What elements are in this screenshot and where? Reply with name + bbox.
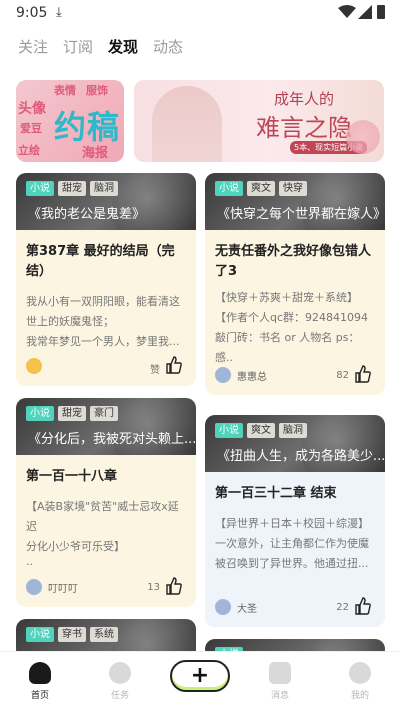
profile-icon (349, 662, 371, 684)
card-tag: 小说 (26, 627, 54, 642)
card-tag: 甜宠 (58, 406, 86, 421)
tab-discover[interactable]: 发现 (108, 36, 138, 57)
card-tag: 爽文 (247, 423, 275, 438)
banner-line1: 成年人的 (274, 90, 335, 108)
nav-home[interactable]: 首页 (20, 662, 60, 701)
nav-messages[interactable]: 消息 (260, 662, 300, 701)
tab-activity[interactable]: 动态 (153, 36, 183, 57)
signal-icon (358, 5, 372, 19)
author-name[interactable]: 大圣 (237, 600, 257, 615)
card-tag: 脑洞 (279, 423, 307, 438)
card-excerpt: 【异世界＋日本＋校园＋综漫】 一次意外，让主角都仁作为使魔 被召唤到了异世界。他… (215, 517, 369, 570)
card-tag: 穿书 (58, 627, 86, 642)
avatar[interactable] (26, 579, 42, 595)
home-icon (29, 662, 51, 684)
card-tag: 爽文 (247, 181, 275, 196)
tab-following[interactable]: 关注 (18, 36, 48, 57)
status-time: 9:05 (16, 5, 48, 21)
story-card[interactable]: 小说 爽文 快穿 《快穿之每个世界都在嫁人》 无责任番外之我好像包错人了3 【快… (205, 173, 385, 395)
like-count: 82 (336, 370, 349, 381)
avatar[interactable] (26, 358, 42, 374)
card-cover: 小说 爽文 快穿 《快穿之每个世界都在嫁人》 (205, 173, 385, 230)
nav-profile[interactable]: 我的 (340, 662, 380, 701)
avatar[interactable] (215, 367, 231, 383)
wifi-icon (338, 5, 356, 18)
like-count: 22 (336, 602, 349, 613)
author-name[interactable]: 惠惠总 (237, 368, 267, 383)
card-book-title: 《快穿之每个世界都在嫁人》 (217, 207, 385, 222)
avatar[interactable] (215, 599, 231, 615)
card-book-title: 《我的老公是鬼差》 (28, 207, 146, 222)
card-chapter-title: 第一百三十二章 结束 (215, 486, 337, 501)
card-tag: 小说 (26, 181, 54, 196)
card-tag: 豪门 (90, 406, 118, 421)
card-tag: 脑洞 (90, 181, 118, 196)
card-tag: 小说 (26, 406, 54, 421)
top-tabs: 关注 订阅 发现 动态 (18, 36, 183, 57)
story-card[interactable]: 小说 爽文 脑洞 《扭曲人生，成为各路美少... 第一百三十二章 结束 【异世界… (205, 415, 385, 627)
card-chapter-title: 第一百一十八章 (26, 469, 118, 484)
card-excerpt: 我从小有一双阴阳眼，能看清这 世上的妖魔鬼怪； 我常年梦见一个男人，梦里我... (26, 295, 180, 348)
task-icon (109, 662, 131, 684)
nav-tasks[interactable]: 任务 (100, 662, 140, 701)
story-card[interactable]: 小说 甜宠 脑洞 《我的老公是鬼差》 第387章 最好的结局（完结） 我从小有一… (16, 173, 196, 386)
thumbs-up-icon[interactable] (355, 597, 371, 615)
card-chapter-title: 第387章 最好的结局（完结） (26, 244, 175, 279)
tab-subscribed[interactable]: 订阅 (63, 36, 93, 57)
author-name[interactable]: 叮叮叮 (48, 580, 78, 595)
status-bar: 9:05 ⤓ (0, 0, 400, 28)
banner-word: 立绘 (18, 144, 40, 157)
card-tag: 小说 (215, 181, 243, 196)
card-cover: 小说 爽文 脑洞 《扭曲人生，成为各路美少... (205, 415, 385, 472)
banner-word: 服饰 (86, 84, 108, 97)
banner-big-text: 约稿 (54, 108, 121, 146)
thumbs-up-icon[interactable] (166, 577, 182, 595)
card-cover: 小说 甜宠 豪门 《分化后，我被死对头赖上... (16, 398, 196, 455)
card-tag: 甜宠 (58, 181, 86, 196)
like-count: 赞 (150, 365, 160, 376)
banner-short-stories[interactable]: 成年人的 难言之隐 5本、现实短篇小说 (134, 80, 384, 162)
thumbs-up-icon[interactable] (166, 356, 182, 374)
card-tag: 系统 (90, 627, 118, 642)
thumbs-up-icon[interactable] (355, 365, 371, 383)
download-icon: ⤓ (56, 5, 62, 20)
card-book-title: 《扭曲人生，成为各路美少... (217, 449, 385, 464)
card-tag: 快穿 (279, 181, 307, 196)
card-excerpt: 【A装B家境"贫苦"威士忌攻x延迟 分化小少爷可乐受】 .. (26, 500, 179, 568)
card-chapter-title: 无责任番外之我好像包错人了3 (215, 244, 372, 279)
card-cover: 小说 甜宠 脑洞 《我的老公是鬼差》 (16, 173, 196, 230)
story-card[interactable]: 小说 甜宠 豪门 《分化后，我被死对头赖上... 第一百一十八章 【A装B家境"… (16, 398, 196, 607)
flower-decoration (346, 120, 380, 154)
banner-word: 表情 (54, 84, 76, 97)
message-icon (269, 662, 291, 684)
banner-word: 爱豆 (20, 122, 42, 135)
card-book-title: 《分化后，我被死对头赖上... (28, 432, 196, 447)
like-count: 13 (147, 582, 160, 593)
banner-word: 头像 (18, 101, 46, 117)
battery-icon (377, 5, 385, 19)
create-button[interactable]: + (170, 660, 230, 692)
banner-line2: 难言之隐 (256, 114, 352, 142)
banner-commission[interactable]: 表情 服饰 头像 爱豆 立绘 海报 约稿 (16, 80, 124, 162)
card-tag: 小说 (215, 423, 243, 438)
banner-illustration (152, 86, 222, 162)
card-excerpt: 【快穿＋苏爽＋甜宠＋系统】 【作者个人qc群：924841094 敲门砖：书名 … (215, 291, 369, 364)
